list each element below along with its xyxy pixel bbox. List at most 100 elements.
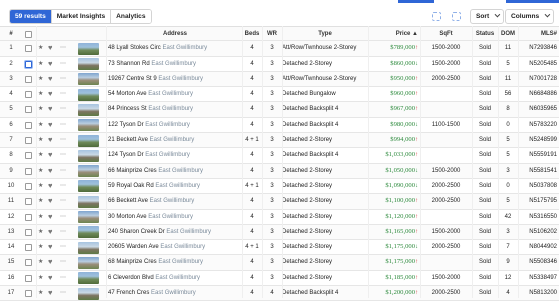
listing-photo[interactable] <box>76 102 100 116</box>
listing-photo[interactable] <box>76 225 100 239</box>
header-type[interactable]: Type <box>282 27 368 40</box>
row-select[interactable] <box>22 271 36 285</box>
favorite-star-icon[interactable]: ★ <box>38 164 46 178</box>
table-row[interactable]: 17 ★ ♥ ⋯ 47 French Cres East Gwillimbury 4 4 De… <box>0 286 559 301</box>
row-select[interactable] <box>22 164 36 178</box>
columns-button[interactable]: Columns <box>505 9 555 24</box>
row-checkbox[interactable] <box>25 259 32 267</box>
mls-cell[interactable]: N5248599 <box>520 133 559 147</box>
favorite-star-icon[interactable]: ★ <box>38 87 46 101</box>
heart-icon[interactable]: ♥ <box>48 255 58 269</box>
heart-icon[interactable]: ♥ <box>48 271 58 285</box>
favorite-star-icon[interactable]: ★ <box>38 240 46 254</box>
sort-button[interactable]: Sort <box>470 9 505 24</box>
heart-icon[interactable]: ♥ <box>48 194 58 208</box>
mls-cell[interactable]: N5813200 <box>520 286 559 300</box>
table-row[interactable]: 6 ★ ♥ ⋯ 122 Tyson Dr East Gwillimbury 4 3 Detac… <box>0 118 559 134</box>
house-thumbnail[interactable] <box>78 134 99 147</box>
house-thumbnail[interactable] <box>78 103 99 116</box>
address-cell[interactable]: 20605 Warden Ave East Gwillimbury <box>108 240 242 254</box>
row-checkbox[interactable] <box>25 45 32 53</box>
more-options-icon[interactable]: ⋯ <box>60 225 72 239</box>
more-options-icon[interactable]: ⋯ <box>60 133 72 147</box>
more-options-icon[interactable]: ⋯ <box>60 72 72 86</box>
house-thumbnail[interactable] <box>78 195 99 208</box>
favorite-star-icon[interactable]: ★ <box>38 286 46 300</box>
favorite-star-icon[interactable]: ★ <box>38 255 46 269</box>
table-row[interactable]: 2 ★ ♥ ⋯ 73 Shannon Rd East Gwillimbury 4 3 Deta… <box>0 57 559 72</box>
header-status[interactable]: Status <box>472 27 498 40</box>
row-select[interactable] <box>22 41 36 55</box>
row-checkbox[interactable] <box>25 91 32 99</box>
heart-icon[interactable]: ♥ <box>48 240 58 254</box>
table-row[interactable]: 15 ★ ♥ ⋯ 68 Mainprize Cres East Gwillimbury 4… <box>0 255 559 271</box>
address-cell[interactable]: 30 Morton Ave East Gwillimbury <box>108 210 242 224</box>
more-options-icon[interactable]: ⋯ <box>60 102 72 116</box>
row-select[interactable] <box>22 286 36 300</box>
mls-cell[interactable]: N8044902 <box>520 240 559 254</box>
more-options-icon[interactable]: ⋯ <box>60 210 72 224</box>
header-sqft[interactable]: SqFt <box>420 27 472 40</box>
address-cell[interactable]: 240 Sharon Creek Dr East Gwillimbury <box>108 225 242 239</box>
street-address[interactable]: 66 Mainprize Cres <box>108 168 157 174</box>
favorite-star-icon[interactable]: ★ <box>38 57 46 71</box>
listing-photo[interactable] <box>76 164 100 178</box>
house-thumbnail[interactable] <box>78 241 99 254</box>
select-all-checkbox[interactable] <box>25 31 32 38</box>
mls-cell[interactable]: N7293846 <box>520 41 559 55</box>
row-select[interactable] <box>22 255 36 269</box>
header-select-all[interactable] <box>22 27 36 40</box>
row-checkbox[interactable] <box>25 213 32 221</box>
row-checkbox[interactable] <box>25 167 32 175</box>
heart-icon[interactable]: ♥ <box>48 133 58 147</box>
table-row[interactable]: 5 ★ ♥ ⋯ 84 Princess St East Gwillimbury 4 3 Det… <box>0 102 559 118</box>
house-thumbnail[interactable] <box>78 42 99 55</box>
heart-icon[interactable]: ♥ <box>48 102 58 116</box>
row-checkbox[interactable] <box>25 274 32 282</box>
row-checkbox[interactable] <box>25 290 32 298</box>
favorite-star-icon[interactable]: ★ <box>38 118 46 132</box>
more-options-icon[interactable]: ⋯ <box>60 271 72 285</box>
header-address[interactable]: Address <box>108 27 242 40</box>
address-cell[interactable]: 122 Tyson Dr East Gwillimbury <box>108 118 242 132</box>
listing-photo[interactable] <box>76 87 100 101</box>
address-cell[interactable]: 48 Lyall Stokes Circ East Gwillimbury <box>108 41 242 55</box>
address-cell[interactable]: 84 Princess St East Gwillimbury <box>108 102 242 116</box>
favorite-star-icon[interactable]: ★ <box>38 102 46 116</box>
street-address[interactable]: 84 Princess St <box>108 106 147 112</box>
listing-photo[interactable] <box>76 41 100 55</box>
row-select[interactable] <box>22 72 36 86</box>
heart-icon[interactable]: ♥ <box>48 210 58 224</box>
house-thumbnail[interactable] <box>78 256 99 269</box>
favorite-star-icon[interactable]: ★ <box>38 72 46 86</box>
mls-cell[interactable]: N5205485 <box>520 57 559 71</box>
mls-cell[interactable]: N5316550 <box>520 210 559 224</box>
more-options-icon[interactable]: ⋯ <box>60 148 72 162</box>
street-address[interactable]: 66 Beckett Ave <box>108 198 148 204</box>
more-options-icon[interactable]: ⋯ <box>60 286 72 300</box>
tab-market-insights[interactable]: Market Insights <box>51 10 112 23</box>
more-options-icon[interactable]: ⋯ <box>60 57 72 71</box>
favorite-star-icon[interactable]: ★ <box>38 148 46 162</box>
heart-icon[interactable]: ♥ <box>48 148 58 162</box>
row-select[interactable] <box>22 87 36 101</box>
row-checkbox[interactable] <box>25 152 32 160</box>
more-options-icon[interactable]: ⋯ <box>60 179 72 193</box>
table-row[interactable]: 4 ★ ♥ ⋯ 54 Morton Ave East Gwillimbury 4 3 Deta… <box>0 87 559 103</box>
row-checkbox[interactable] <box>25 75 32 83</box>
expand-icon[interactable] <box>452 12 461 21</box>
heart-icon[interactable]: ♥ <box>48 118 58 132</box>
table-row[interactable]: 9 ★ ♥ ⋯ 66 Mainprize Cres East Gwillimbury 4 3… <box>0 163 559 179</box>
street-address[interactable]: 59 Royal Oak Rd <box>108 183 154 189</box>
listing-photo[interactable] <box>76 179 100 193</box>
street-address[interactable]: 122 Tyson Dr <box>108 122 144 128</box>
listing-photo[interactable] <box>76 148 100 162</box>
address-cell[interactable]: 66 Beckett Ave East Gwillimbury <box>108 194 242 208</box>
favorite-star-icon[interactable]: ★ <box>38 179 46 193</box>
address-cell[interactable]: 66 Mainprize Cres East Gwillimbury <box>108 164 242 178</box>
street-address[interactable]: 21 Beckett Ave <box>108 137 148 143</box>
favorite-star-icon[interactable]: ★ <box>38 210 46 224</box>
row-checkbox[interactable] <box>25 60 32 68</box>
mls-cell[interactable]: N6684886 <box>520 87 559 101</box>
table-row[interactable]: 7 ★ ♥ ⋯ 21 Beckett Ave East Gwillimbury 4 + 1… <box>0 133 559 149</box>
